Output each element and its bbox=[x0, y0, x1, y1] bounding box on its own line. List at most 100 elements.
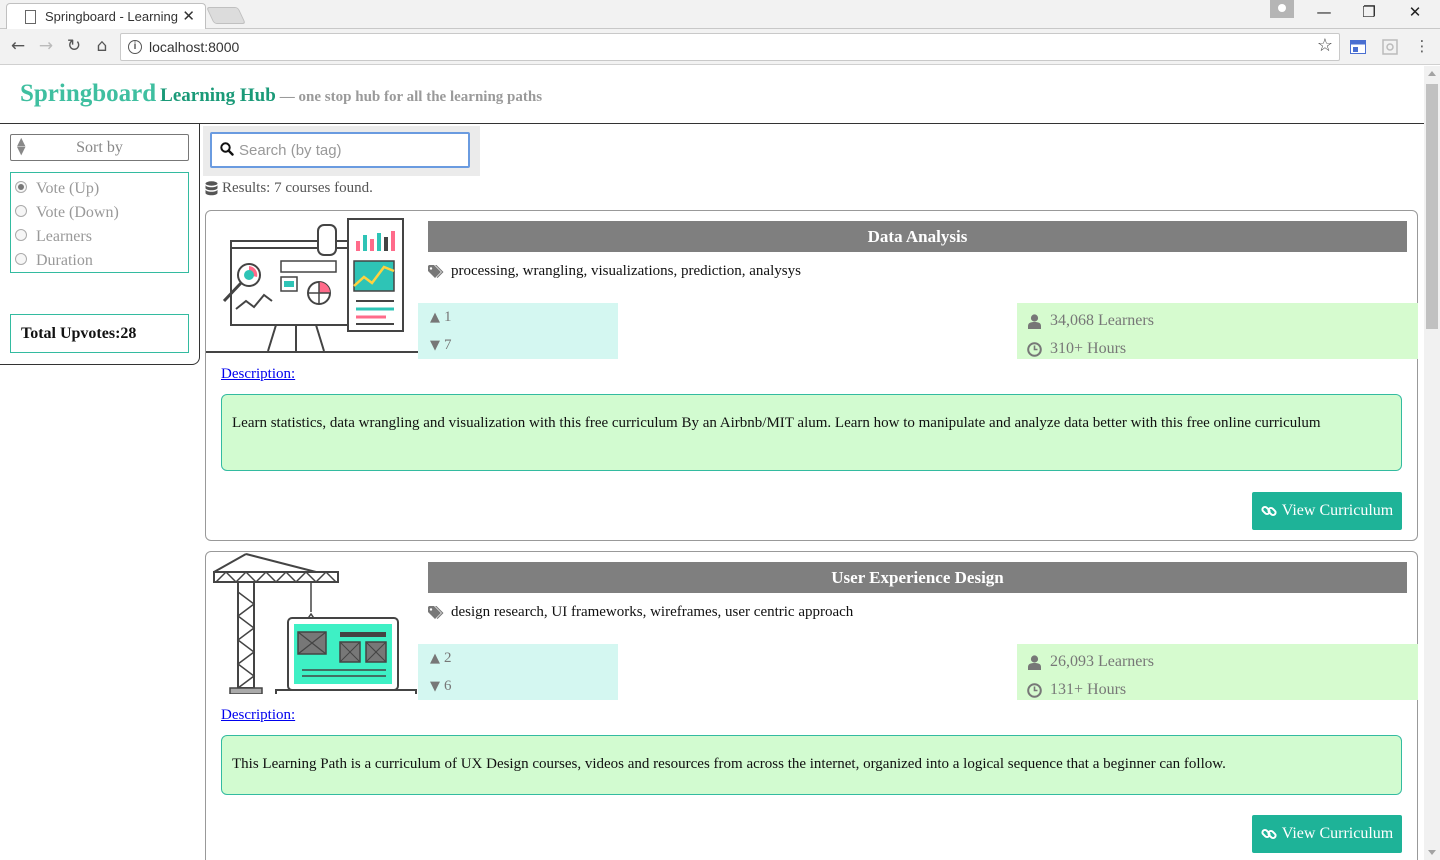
url-text: localhost:8000 bbox=[149, 39, 240, 55]
sort-option-label: Vote (Down) bbox=[36, 204, 119, 221]
data-analysis-illustration bbox=[206, 218, 418, 353]
description-link[interactable]: Description: bbox=[221, 366, 295, 383]
course-card: User Experience Design design research, … bbox=[205, 551, 1418, 860]
tab-title: Springboard - Learning Hub bbox=[45, 9, 180, 24]
brand-tagline: — one stop hub for all the learning path… bbox=[279, 89, 543, 105]
address-bar[interactable]: i localhost:8000 ☆ bbox=[120, 33, 1340, 61]
total-upvotes: Total Upvotes:28 bbox=[10, 314, 189, 353]
duration-row: 310+ Hours bbox=[1027, 335, 1418, 363]
course-votes: ▲ 1 ▼ 7 bbox=[418, 303, 618, 359]
radio-vote-up[interactable] bbox=[15, 181, 27, 193]
restore-button[interactable]: ❐ bbox=[1359, 3, 1379, 21]
reload-icon[interactable]: ↻ bbox=[63, 35, 85, 57]
radio-vote-down[interactable] bbox=[15, 205, 27, 217]
duration-text: 131+ Hours bbox=[1050, 681, 1127, 698]
downvote-row[interactable]: ▼ 6 bbox=[430, 676, 618, 704]
database-icon bbox=[205, 181, 218, 196]
search-input[interactable] bbox=[239, 137, 464, 163]
learners-row: 34,068 Learners bbox=[1027, 307, 1418, 335]
link-icon bbox=[1261, 828, 1277, 840]
browser-tabstrip: Springboard - Learning Hub ✕ — ❐ ✕ bbox=[0, 0, 1440, 30]
sort-option-label: Vote (Up) bbox=[36, 180, 100, 197]
view-curriculum-label: View Curriculum bbox=[1281, 825, 1394, 842]
profile-icon[interactable] bbox=[1270, 0, 1294, 18]
upvote-count: 1 bbox=[444, 309, 452, 325]
home-icon[interactable]: ⌂ bbox=[91, 35, 113, 57]
course-tags: processing, wrangling, visualizations, p… bbox=[428, 263, 801, 280]
downvote-icon[interactable]: ▼ bbox=[430, 338, 440, 353]
minimize-button[interactable]: — bbox=[1314, 3, 1334, 21]
info-icon[interactable]: i bbox=[128, 40, 142, 54]
ux-design-illustration bbox=[213, 553, 417, 694]
sort-option-label: Learners bbox=[36, 228, 92, 245]
scroll-down-arrow-icon[interactable] bbox=[1428, 850, 1436, 855]
results-text: Results: 7 courses found. bbox=[222, 180, 373, 196]
sort-label: Sort by bbox=[76, 139, 123, 156]
radio-learners[interactable] bbox=[15, 229, 27, 241]
browser-tab[interactable]: Springboard - Learning Hub ✕ bbox=[6, 3, 206, 30]
sort-option-vote-down[interactable]: Vote (Down) bbox=[15, 201, 188, 225]
sort-options: Vote (Up) Vote (Down) Learners Duration bbox=[10, 172, 189, 273]
link-icon bbox=[1261, 505, 1277, 517]
search-box[interactable] bbox=[210, 132, 470, 168]
browser-toolbar: ← → ↻ ⌂ i localhost:8000 ☆ ⋮ bbox=[0, 29, 1440, 65]
clock-icon bbox=[1027, 341, 1042, 357]
sort-option-duration[interactable]: Duration bbox=[15, 249, 188, 273]
view-curriculum-label: View Curriculum bbox=[1281, 502, 1394, 519]
downvote-icon[interactable]: ▼ bbox=[430, 679, 440, 694]
downvote-count: 7 bbox=[444, 337, 452, 353]
page-scrollbar[interactable] bbox=[1424, 66, 1440, 860]
course-tags-text: processing, wrangling, visualizations, p… bbox=[451, 263, 801, 279]
sort-option-learners[interactable]: Learners bbox=[15, 225, 188, 249]
upvote-row[interactable]: ▲ 2 bbox=[430, 648, 618, 676]
close-window-button[interactable]: ✕ bbox=[1405, 3, 1425, 21]
scroll-up-arrow-icon[interactable] bbox=[1428, 71, 1436, 76]
downvote-count: 6 bbox=[444, 678, 452, 694]
sort-icon: ▲ ▼ bbox=[17, 135, 26, 157]
brand-primary: Springboard bbox=[20, 80, 157, 107]
user-icon bbox=[1028, 654, 1041, 670]
search-area bbox=[203, 126, 480, 176]
sidebar: ▲ ▼ Sort by Vote (Up) Vote (Down) Learner… bbox=[0, 124, 200, 365]
learners-count: 34,068 Learners bbox=[1050, 312, 1154, 329]
sort-select[interactable]: ▲ ▼ Sort by bbox=[10, 134, 189, 161]
tags-icon bbox=[428, 264, 444, 278]
extension-icon[interactable] bbox=[1350, 39, 1366, 55]
user-icon bbox=[1028, 313, 1041, 329]
forward-arrow-icon[interactable]: → bbox=[35, 35, 57, 57]
menu-icon[interactable]: ⋮ bbox=[1411, 35, 1433, 57]
view-curriculum-button[interactable]: View Curriculum bbox=[1252, 815, 1402, 853]
sort-option-vote-up[interactable]: Vote (Up) bbox=[15, 177, 188, 201]
tab-close-icon[interactable]: ✕ bbox=[182, 7, 195, 25]
course-title: Data Analysis bbox=[428, 221, 1407, 252]
learners-count: 26,093 Learners bbox=[1050, 653, 1154, 670]
scroll-thumb[interactable] bbox=[1426, 84, 1438, 329]
new-tab-button[interactable] bbox=[206, 7, 246, 24]
course-tags-text: design research, UI frameworks, wirefram… bbox=[451, 604, 854, 620]
description-link[interactable]: Description: bbox=[221, 707, 295, 724]
search-icon bbox=[220, 142, 234, 156]
back-arrow-icon[interactable]: ← bbox=[7, 35, 29, 57]
duration-row: 131+ Hours bbox=[1027, 676, 1418, 704]
page-viewport: Springboard Learning Hub — one stop hub … bbox=[0, 66, 1424, 860]
upvote-icon[interactable]: ▲ bbox=[430, 651, 440, 666]
course-votes: ▲ 2 ▼ 6 bbox=[418, 644, 618, 700]
learners-row: 26,093 Learners bbox=[1027, 648, 1418, 676]
view-curriculum-button[interactable]: View Curriculum bbox=[1252, 492, 1402, 530]
results-count: Results: 7 courses found. bbox=[205, 180, 373, 197]
course-stats: 26,093 Learners 131+ Hours bbox=[1017, 644, 1418, 700]
description-box: Learn statistics, data wrangling and vis… bbox=[221, 394, 1402, 471]
upvote-count: 2 bbox=[444, 650, 452, 666]
downvote-row[interactable]: ▼ 7 bbox=[430, 335, 618, 363]
site-header: Springboard Learning Hub — one stop hub … bbox=[0, 66, 1424, 124]
page-icon bbox=[25, 10, 36, 24]
upvote-row[interactable]: ▲ 1 bbox=[430, 307, 618, 335]
sort-option-label: Duration bbox=[36, 252, 93, 269]
radio-duration[interactable] bbox=[15, 253, 27, 265]
tags-icon bbox=[428, 605, 444, 619]
description-box: This Learning Path is a curriculum of UX… bbox=[221, 735, 1402, 795]
upvote-icon[interactable]: ▲ bbox=[430, 310, 440, 325]
bookmark-star-icon[interactable]: ☆ bbox=[1317, 35, 1333, 56]
course-stats: 34,068 Learners 310+ Hours bbox=[1017, 303, 1418, 359]
extension-icon-2[interactable] bbox=[1382, 39, 1398, 55]
